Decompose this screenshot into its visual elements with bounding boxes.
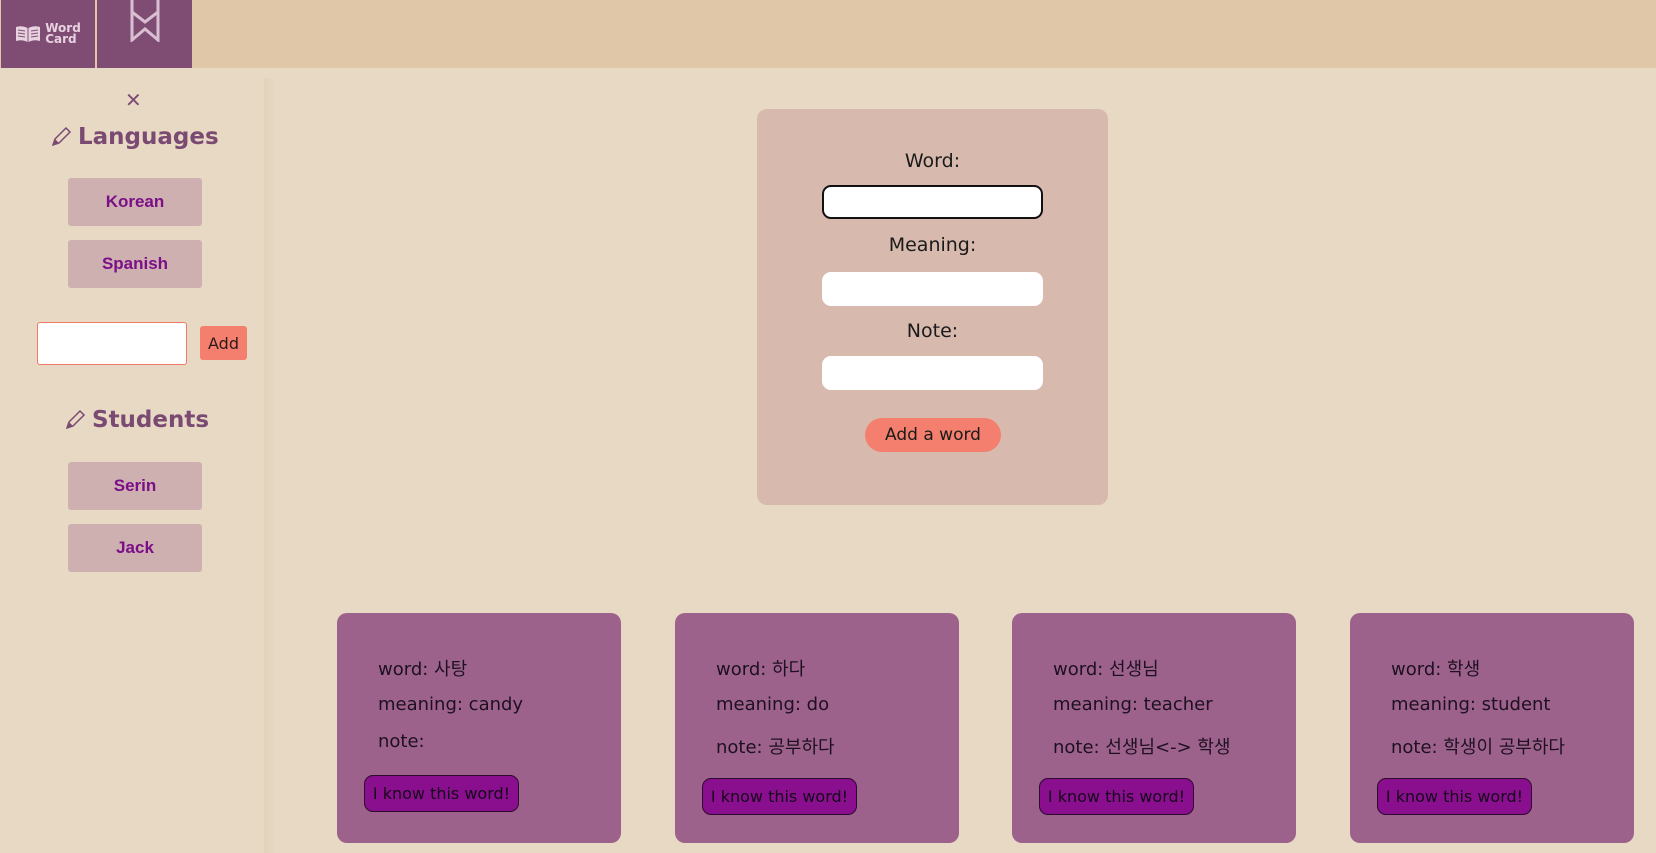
word-label: Word: bbox=[904, 150, 961, 172]
language-input[interactable] bbox=[37, 322, 187, 365]
word-card: word: 학생 meaning: student note: 학생이 공부하다… bbox=[1350, 613, 1634, 843]
pencil-icon bbox=[65, 409, 86, 430]
add-language-button[interactable]: Add bbox=[200, 326, 247, 360]
card-meaning: meaning: student bbox=[1391, 694, 1551, 715]
logo-text: Word Card bbox=[45, 21, 81, 46]
bookmark-icon bbox=[130, 0, 159, 42]
student-jack-button[interactable]: Jack bbox=[68, 524, 202, 572]
add-word-button[interactable]: Add a word bbox=[865, 418, 1001, 452]
word-card: word: 사탕 meaning: candy note: I know thi… bbox=[337, 613, 621, 843]
open-book-icon bbox=[16, 26, 41, 42]
know-word-button[interactable]: I know this word! bbox=[1377, 778, 1532, 815]
card-word: word: 학생 bbox=[1391, 659, 1481, 680]
bookmark-nav-button[interactable] bbox=[97, 0, 192, 68]
card-meaning: meaning: candy bbox=[378, 694, 524, 715]
close-sidebar-button[interactable]: ✕ bbox=[125, 88, 142, 112]
top-bar bbox=[0, 0, 1656, 68]
word-input[interactable] bbox=[822, 185, 1043, 219]
meaning-input[interactable] bbox=[822, 272, 1043, 306]
pencil-icon bbox=[51, 126, 72, 147]
note-input[interactable] bbox=[822, 356, 1043, 390]
meaning-label: Meaning: bbox=[888, 234, 977, 256]
card-meaning: meaning: do bbox=[716, 694, 830, 715]
student-serin-button[interactable]: Serin bbox=[68, 462, 202, 510]
language-spanish-button[interactable]: Spanish bbox=[68, 240, 202, 288]
language-korean-button[interactable]: Korean bbox=[68, 178, 202, 226]
add-word-form: Word: Meaning: Note: Add a word bbox=[757, 109, 1108, 505]
card-word: word: 선생님 bbox=[1053, 659, 1159, 680]
card-word: word: 하다 bbox=[716, 659, 806, 680]
card-note: note: 공부하다 bbox=[716, 737, 835, 758]
sidebar-divider bbox=[264, 78, 276, 853]
card-note: note: 학생이 공부하다 bbox=[1391, 737, 1565, 758]
card-word: word: 사탕 bbox=[378, 659, 468, 680]
card-meaning: meaning: teacher bbox=[1053, 694, 1213, 715]
know-word-button[interactable]: I know this word! bbox=[702, 778, 857, 815]
know-word-button[interactable]: I know this word! bbox=[364, 775, 519, 812]
card-note: note: bbox=[378, 731, 425, 752]
know-word-button[interactable]: I know this word! bbox=[1039, 778, 1194, 815]
card-note: note: 선생님<-> 학생 bbox=[1053, 737, 1231, 758]
note-label: Note: bbox=[906, 320, 959, 342]
word-card: word: 하다 meaning: do note: 공부하다 I know t… bbox=[675, 613, 959, 843]
languages-heading: Languages bbox=[50, 124, 219, 150]
students-heading-label: Students bbox=[92, 407, 210, 433]
students-heading: Students bbox=[64, 407, 209, 433]
logo-button[interactable]: Word Card bbox=[1, 0, 95, 68]
word-card: word: 선생님 meaning: teacher note: 선생님<-> … bbox=[1012, 613, 1296, 843]
languages-heading-label: Languages bbox=[78, 124, 219, 150]
